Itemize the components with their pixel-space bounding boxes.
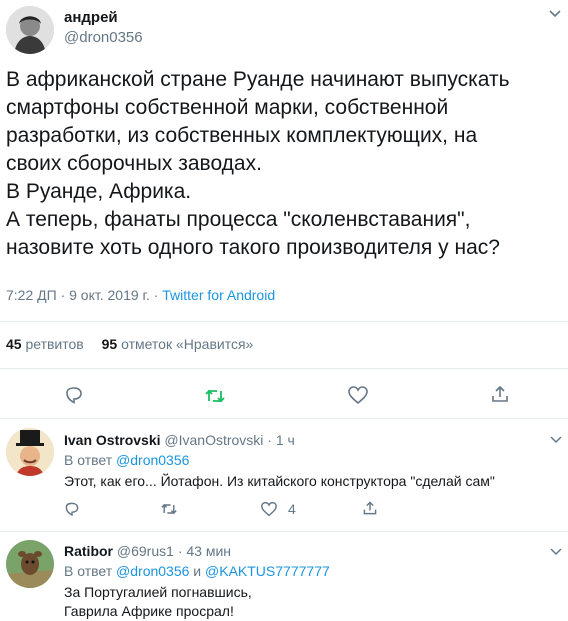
reply-to-label: В ответ — [64, 563, 117, 579]
divider — [0, 531, 568, 532]
reply-time[interactable]: · 43 мин — [178, 543, 231, 559]
author-avatar-image — [6, 6, 54, 54]
like-icon[interactable] — [260, 501, 278, 517]
reply-author-name[interactable]: Ivan Ostrovski — [64, 432, 161, 448]
tweet-text-line: назовите хоть одного такого производител… — [6, 236, 500, 259]
reply-text-line: Гаврила Африке просрал! — [64, 603, 234, 619]
reply-text-line: За Португалией погнавшись, — [64, 584, 252, 600]
reply-to: В ответ @dron0356 — [64, 452, 189, 468]
tweet-meta: 7:22 ДП · 9 окт. 2019 г. · Twitter for A… — [6, 287, 275, 303]
likes-stat[interactable]: 95 отметок «Нравится» — [102, 336, 254, 352]
tweet-timestamp[interactable]: 7:22 ДП · 9 окт. 2019 г. · — [6, 287, 162, 303]
reply-header: Ivan Ostrovski @IvanOstrovski · 1 ч — [64, 432, 295, 448]
reply-avatar-image — [6, 428, 54, 476]
reply-avatar-image — [6, 540, 54, 588]
retweet-icon[interactable] — [204, 386, 226, 406]
retweets-label: ретвитов — [25, 336, 84, 352]
reply-to-link[interactable]: @dron0356 — [116, 452, 189, 468]
chevron-down-icon[interactable] — [550, 548, 562, 556]
tweet-text-line: В Руанде, Африка. — [6, 180, 192, 203]
tweet-text-line: смартфоны собственной марки, собственной — [6, 96, 449, 119]
reply-to-label: В ответ — [64, 452, 117, 468]
reply-author-name[interactable]: Ratibor — [64, 543, 113, 559]
reply-to-link[interactable]: @dron0356 — [116, 563, 189, 579]
tweet-text: В африканской стране Руанде начинают вып… — [6, 66, 566, 262]
divider — [0, 321, 568, 322]
chevron-down-icon[interactable] — [550, 436, 562, 444]
reply-icon[interactable] — [64, 501, 80, 517]
tweet-text-line: В африканской стране Руанде начинают вып… — [6, 68, 510, 91]
author-avatar[interactable] — [6, 6, 54, 54]
reply-header: Ratibor @69rus1 · 43 мин — [64, 543, 231, 559]
tweet-text-line: своих сборочных заводах. — [6, 152, 262, 175]
reply-to-conjunction: и — [189, 563, 206, 579]
reply-author-handle[interactable]: @IvanOstrovski — [164, 432, 263, 448]
retweet-icon[interactable] — [160, 501, 178, 517]
reply-text: Этот, как его... Йотафон. Из китайского … — [64, 473, 495, 489]
author-name[interactable]: андрей — [64, 9, 118, 26]
likes-label: отметок «Нравится» — [121, 336, 254, 352]
author-handle[interactable]: @dron0356 — [64, 29, 143, 46]
reply-icon[interactable] — [64, 385, 84, 405]
share-icon[interactable] — [362, 500, 378, 516]
reply-time[interactable]: · 1 ч — [267, 432, 295, 448]
tweet-text-line: разработки, из собственных комплектующих… — [6, 124, 478, 147]
tweet-stats: 45 ретвитов 95 отметок «Нравится» — [6, 336, 253, 352]
tweet-text-line: А теперь, фанаты процесса "сколенвставан… — [6, 208, 471, 231]
chevron-down-icon[interactable] — [548, 9, 562, 19]
like-count: 4 — [288, 501, 296, 517]
share-icon[interactable] — [490, 384, 510, 404]
reply-to-link[interactable]: @KAKTUS7777777 — [205, 563, 330, 579]
like-icon[interactable] — [347, 385, 369, 405]
divider — [0, 418, 568, 419]
reply-avatar[interactable] — [6, 428, 54, 476]
reply-author-handle[interactable]: @69rus1 — [117, 543, 174, 559]
likes-count: 95 — [101, 336, 118, 352]
tweet-source-link[interactable]: Twitter for Android — [162, 287, 275, 303]
retweets-stat[interactable]: 45 ретвитов — [6, 336, 84, 352]
reply-text: За Португалией погнавшись, Гаврила Африк… — [64, 583, 564, 621]
retweets-count: 45 — [6, 336, 22, 352]
reply-avatar[interactable] — [6, 540, 54, 588]
divider — [0, 368, 568, 369]
reply-to: В ответ @dron0356 и @KAKTUS7777777 — [64, 563, 330, 579]
